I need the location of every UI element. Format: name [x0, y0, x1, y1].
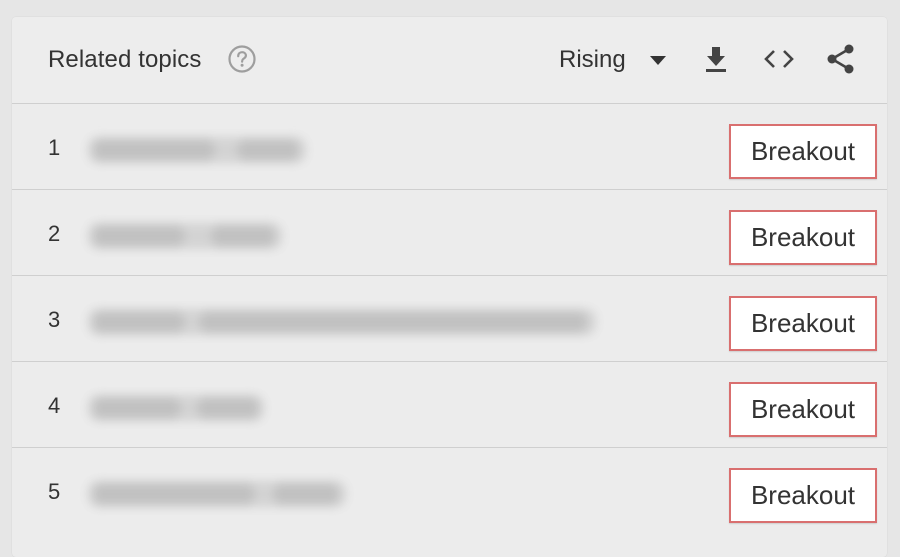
topic-name-blurred[interactable] [88, 223, 282, 249]
list-item[interactable]: 3 Breakout [12, 276, 887, 362]
rank-number: 2 [48, 221, 61, 246]
topics-list: 1 Breakout 2 Breakout 3 Breakout 4 Break… [12, 104, 887, 533]
topic-name-blurred[interactable] [88, 309, 596, 335]
value-badge: Breakout [729, 296, 877, 351]
share-icon[interactable] [823, 41, 859, 77]
list-item[interactable]: 4 Breakout [12, 362, 887, 448]
value-badge: Breakout [729, 468, 877, 523]
rank-number: 3 [48, 307, 61, 332]
download-icon[interactable] [698, 41, 734, 77]
topic-name-blurred[interactable] [88, 481, 346, 507]
list-item[interactable]: 2 Breakout [12, 190, 887, 276]
rank-number: 4 [48, 393, 61, 418]
list-item[interactable]: 1 Breakout [12, 104, 887, 190]
embed-code-icon[interactable] [761, 41, 797, 77]
mode-dropdown[interactable]: Rising [557, 39, 677, 81]
value-badge: Breakout [729, 124, 877, 179]
value-badge: Breakout [729, 382, 877, 437]
related-topics-card: Related topics Rising 1 Breakout 2 Break… [12, 17, 887, 557]
card-header: Related topics Rising [12, 17, 887, 104]
rank-number: 5 [48, 479, 61, 504]
topic-name-blurred[interactable] [88, 395, 264, 421]
rank-number: 1 [48, 135, 61, 160]
help-circle-icon[interactable] [227, 44, 257, 74]
value-badge: Breakout [729, 210, 877, 265]
dropdown-arrow-icon [650, 56, 666, 65]
card-title: Related topics [48, 46, 202, 73]
list-item[interactable]: 5 Breakout [12, 448, 887, 533]
topic-name-blurred[interactable] [88, 137, 306, 163]
mode-selected-label: Rising [559, 46, 626, 73]
